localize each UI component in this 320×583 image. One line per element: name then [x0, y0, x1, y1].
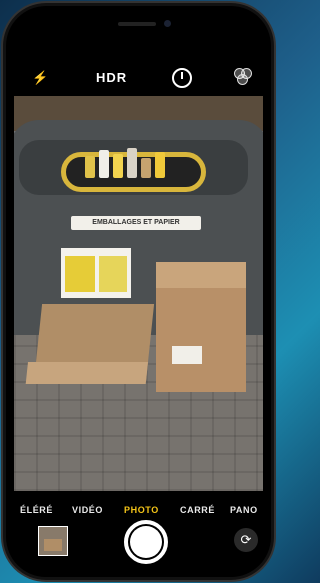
shutter-inner — [130, 526, 162, 558]
hdr-toggle[interactable]: HDR — [96, 70, 127, 85]
notch — [78, 14, 199, 38]
mode-pano[interactable]: PANO — [230, 505, 258, 515]
container-label: EMBALLAGES ET PAPIER — [71, 216, 201, 230]
container-poster — [61, 248, 131, 298]
camera-screen: ⚡ HDR EMBALLAGES ET PAPIER ÉLÉRÉ VIDÉO P… — [14, 14, 263, 569]
camera-switch-icon[interactable]: ⟳ — [234, 528, 258, 552]
closed-cardboard-box — [156, 262, 246, 392]
phone-frame: ⚡ HDR EMBALLAGES ET PAPIER ÉLÉRÉ VIDÉO P… — [6, 6, 271, 577]
mode-video[interactable]: VIDÉO — [72, 505, 103, 515]
top-controls: ⚡ HDR — [14, 60, 263, 96]
front-camera — [164, 20, 171, 27]
flash-icon[interactable]: ⚡ — [32, 70, 48, 86]
overflowing-items — [83, 148, 178, 178]
camera-mode-selector: ÉLÉRÉ VIDÉO PHOTO CARRÉ PANO — [14, 505, 263, 521]
mode-square[interactable]: CARRÉ — [180, 505, 215, 515]
open-cardboard-box — [25, 304, 155, 384]
thumbnail-content — [44, 539, 62, 551]
box-flap — [25, 362, 149, 384]
speaker — [118, 22, 156, 26]
poster-panel-left — [65, 256, 95, 292]
box-sticker — [172, 346, 202, 364]
shutter-button[interactable] — [124, 520, 168, 564]
box-top — [156, 262, 246, 288]
timer-icon[interactable] — [172, 68, 192, 88]
filters-icon[interactable] — [234, 68, 252, 85]
viewfinder[interactable]: EMBALLAGES ET PAPIER — [14, 96, 263, 491]
mode-photo[interactable]: PHOTO — [124, 505, 159, 515]
mode-slowmo[interactable]: ÉLÉRÉ — [20, 505, 53, 515]
poster-panel-right — [99, 256, 127, 292]
last-photo-thumbnail[interactable] — [38, 526, 68, 556]
